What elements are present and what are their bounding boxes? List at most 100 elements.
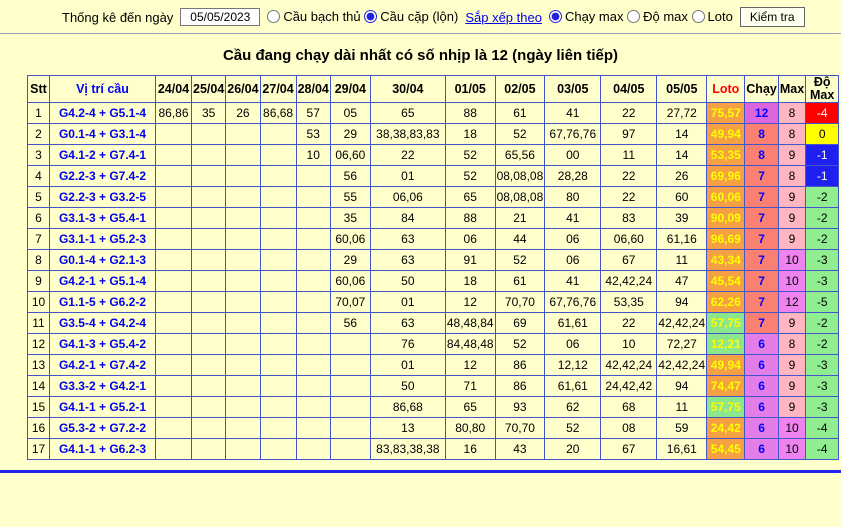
date-cell	[296, 229, 330, 250]
date-cell: 61,61	[545, 313, 601, 334]
date-cell: 86,68	[260, 103, 296, 124]
cau-table: SttVị trí cầu24/0425/0426/0427/0428/0429…	[27, 75, 839, 460]
date-cell: 35	[330, 208, 370, 229]
check-button[interactable]: Kiểm tra	[740, 7, 805, 27]
date-cell: 67	[601, 439, 657, 460]
date-cell	[192, 313, 226, 334]
date-cell: 43	[495, 439, 545, 460]
loto-cell: 69,96	[707, 166, 745, 187]
sort-by-option-2[interactable]: Loto	[692, 9, 733, 24]
date-cell: 63	[370, 250, 445, 271]
domax-cell: -4	[806, 103, 839, 124]
date-cell: 22	[370, 145, 445, 166]
date-cell: 91	[445, 250, 495, 271]
date-cell: 97	[601, 124, 657, 145]
date-cell	[260, 145, 296, 166]
date-cell: 42,42,24	[657, 313, 707, 334]
sort-by-radio-1[interactable]	[627, 10, 640, 23]
sort-by-label-1: Độ max	[643, 9, 688, 24]
domax-cell: -2	[806, 334, 839, 355]
max-cell: 9	[778, 376, 805, 397]
cau-type-radio-group: Cầu bạch thủ Cầu cặp (lộn)	[267, 9, 458, 26]
date-cell: 26	[657, 166, 707, 187]
max-cell: 10	[778, 271, 805, 292]
date-cell: 62	[545, 397, 601, 418]
date-cell: 86,68	[370, 397, 445, 418]
column-header-11: 03/05	[545, 76, 601, 103]
date-cell: 65	[445, 187, 495, 208]
date-cell	[192, 376, 226, 397]
date-cell	[156, 271, 192, 292]
date-cell	[226, 250, 260, 271]
max-cell: 9	[778, 397, 805, 418]
date-cell: 08,08,08	[495, 187, 545, 208]
position-cell: G3.3-2 + G4.2-1	[50, 376, 156, 397]
sort-by-option-0[interactable]: Chạy max	[549, 9, 624, 24]
date-cell	[156, 439, 192, 460]
column-header-16: Max	[778, 76, 805, 103]
date-cell: 27,72	[657, 103, 707, 124]
toolbar: Thống kê đến ngày Cầu bạch thủ Cầu cặp (…	[0, 0, 841, 34]
date-cell: 50	[370, 376, 445, 397]
date-cell	[226, 208, 260, 229]
column-header-15: Chạy	[745, 76, 779, 103]
date-cell: 22	[601, 166, 657, 187]
date-cell: 61	[495, 271, 545, 292]
sort-by-radio-0[interactable]	[549, 10, 562, 23]
column-header-8: 30/04	[370, 76, 445, 103]
date-cell: 94	[657, 292, 707, 313]
cau-type-label-1: Cầu cặp (lộn)	[380, 9, 458, 24]
date-cell: 22	[601, 103, 657, 124]
sort-link[interactable]: Sắp xếp theo	[465, 10, 542, 25]
date-cell	[192, 250, 226, 271]
sort-by-label-2: Loto	[708, 9, 733, 24]
chay-cell: 12	[745, 103, 779, 124]
date-cell: 68	[601, 397, 657, 418]
date-cell	[156, 208, 192, 229]
date-cell	[156, 250, 192, 271]
date-cell: 41	[545, 103, 601, 124]
date-input[interactable]	[180, 8, 260, 26]
table-row: 9G4.2-1 + G5.1-460,065018614142,42,24474…	[28, 271, 839, 292]
date-cell	[156, 166, 192, 187]
date-cell: 16,61	[657, 439, 707, 460]
date-cell: 48,48,84	[445, 313, 495, 334]
cau-type-option-1[interactable]: Cầu cặp (lộn)	[364, 9, 458, 24]
date-cell	[192, 208, 226, 229]
chay-cell: 6	[745, 355, 779, 376]
page: { "toolbar": { "label": "Thống kê đến ng…	[0, 0, 841, 527]
date-cell: 72,27	[657, 334, 707, 355]
sort-by-radio-2[interactable]	[692, 10, 705, 23]
cau-type-radio-0[interactable]	[267, 10, 280, 23]
cau-type-option-0[interactable]: Cầu bạch thủ	[267, 9, 360, 24]
loto-cell: 12,21	[707, 334, 745, 355]
date-cell: 08,08,08	[495, 166, 545, 187]
table-row: 10G1.1-5 + G6.2-270,07011270,7067,76,765…	[28, 292, 839, 313]
max-cell: 9	[778, 187, 805, 208]
stt-cell: 14	[28, 376, 50, 397]
column-header-5: 27/04	[260, 76, 296, 103]
domax-cell: -2	[806, 187, 839, 208]
date-cell	[156, 313, 192, 334]
cau-type-radio-1[interactable]	[364, 10, 377, 23]
table-row: 1G4.2-4 + G5.1-486,86352686,685705658861…	[28, 103, 839, 124]
date-cell: 26	[226, 103, 260, 124]
stt-cell: 1	[28, 103, 50, 124]
date-cell	[226, 292, 260, 313]
date-cell: 56	[330, 166, 370, 187]
date-cell	[192, 418, 226, 439]
position-cell: G0.1-4 + G3.1-4	[50, 124, 156, 145]
loto-cell: 57,75	[707, 313, 745, 334]
table-row: 7G3.1-1 + G5.2-360,066306440606,6061,169…	[28, 229, 839, 250]
column-header-9: 01/05	[445, 76, 495, 103]
date-cell: 52	[545, 418, 601, 439]
domax-cell: -4	[806, 439, 839, 460]
domax-cell: -1	[806, 145, 839, 166]
sort-by-option-1[interactable]: Độ max	[627, 9, 688, 24]
date-cell	[260, 250, 296, 271]
date-cell	[260, 229, 296, 250]
chay-cell: 6	[745, 334, 779, 355]
cau-type-label-0: Cầu bạch thủ	[283, 9, 360, 24]
date-cell: 12	[445, 292, 495, 313]
date-cell: 01	[370, 166, 445, 187]
